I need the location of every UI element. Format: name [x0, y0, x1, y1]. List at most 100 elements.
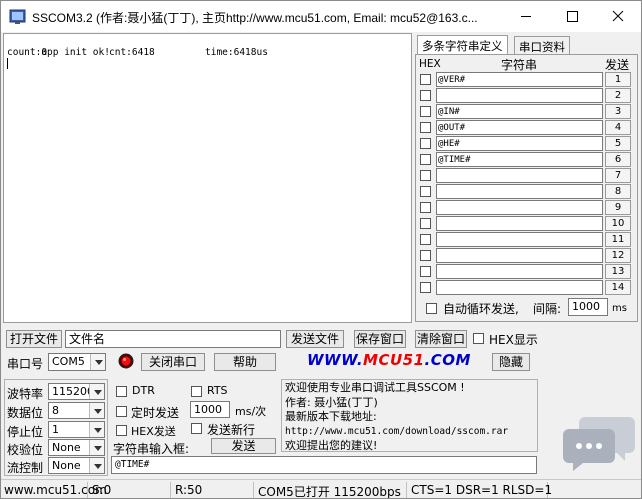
- row-send-button[interactable]: 8: [605, 184, 631, 199]
- row-send-button[interactable]: 14: [605, 280, 631, 295]
- hide-button[interactable]: 隐藏: [492, 353, 530, 371]
- row-string-input[interactable]: [436, 216, 603, 231]
- baud-select[interactable]: 115200: [48, 383, 105, 400]
- row-string-input[interactable]: [436, 280, 603, 295]
- data-bits-select[interactable]: 8: [48, 402, 105, 419]
- multi-string-panel: HEX 字符串 发送 @VER# 1 2 @IN# 3 @OUT# 4 @HE# 5 @TIME#…: [415, 54, 638, 322]
- row-send-button[interactable]: 4: [605, 120, 631, 135]
- rts-label: RTS: [207, 384, 228, 397]
- stop-bits-select[interactable]: 1: [48, 421, 105, 438]
- info-line-url[interactable]: http://www.mcu51.com/download/sscom.rar: [285, 425, 534, 440]
- send-newline-checkbox[interactable]: [191, 423, 202, 434]
- chevron-down-icon[interactable]: [89, 440, 104, 455]
- receive-area[interactable]: app init ok! count:0 cnt:6418 time:6418u…: [3, 33, 412, 323]
- row-send-button[interactable]: 5: [605, 136, 631, 151]
- info-line-welcome: 欢迎使用专业串口调试工具SSCOM !: [285, 381, 465, 394]
- row-string-input[interactable]: [436, 88, 603, 103]
- rts-checkbox[interactable]: [191, 386, 202, 397]
- row-string-input[interactable]: [436, 184, 603, 199]
- row-hex-checkbox[interactable]: [420, 74, 431, 85]
- multi-string-row: 10: [416, 216, 636, 232]
- parity-select[interactable]: None: [48, 439, 105, 456]
- row-string-input[interactable]: @VER#: [436, 72, 603, 87]
- chevron-down-icon[interactable]: [90, 354, 105, 370]
- multi-string-row: 8: [416, 184, 636, 200]
- open-file-button[interactable]: 打开文件: [6, 330, 62, 348]
- row-send-button[interactable]: 12: [605, 248, 631, 263]
- send-period-input[interactable]: 1000: [190, 401, 230, 418]
- multi-string-row: @IN# 3: [416, 104, 636, 120]
- timed-send-checkbox[interactable]: [116, 406, 127, 417]
- receive-line: app init ok!: [7, 36, 408, 58]
- row-hex-checkbox[interactable]: [420, 234, 431, 245]
- row-hex-checkbox[interactable]: [420, 122, 431, 133]
- row-send-button[interactable]: 10: [605, 216, 631, 231]
- tab-multi-strings[interactable]: 多条字符串定义: [417, 35, 508, 55]
- row-string-input[interactable]: [436, 248, 603, 263]
- multi-string-row: @TIME# 6: [416, 152, 636, 168]
- row-send-button[interactable]: 9: [605, 200, 631, 215]
- row-hex-checkbox[interactable]: [420, 218, 431, 229]
- hex-send-label: HEX发送: [131, 425, 176, 438]
- clear-window-button[interactable]: 清除窗口: [415, 330, 467, 348]
- row-string-input[interactable]: [436, 168, 603, 183]
- website-logo-text: WWW.MCU51.COM: [307, 351, 471, 369]
- row-string-input[interactable]: [436, 264, 603, 279]
- row-send-button[interactable]: 2: [605, 88, 631, 103]
- send-input[interactable]: @TIME#: [111, 456, 537, 474]
- row-string-input[interactable]: [436, 232, 603, 247]
- maximize-button[interactable]: [549, 1, 595, 32]
- row-string-input[interactable]: @IN#: [436, 104, 603, 119]
- port-select[interactable]: COM5: [48, 353, 106, 371]
- baud-label: 波特率: [7, 387, 44, 401]
- chevron-down-icon[interactable]: [89, 458, 104, 473]
- data-bits-value: 8: [52, 404, 59, 417]
- row-hex-checkbox[interactable]: [420, 90, 431, 101]
- row-send-button[interactable]: 1: [605, 72, 631, 87]
- row-hex-checkbox[interactable]: [420, 170, 431, 181]
- receive-cursor-line: [7, 58, 408, 69]
- row-string-input[interactable]: @HE#: [436, 136, 603, 151]
- save-window-button[interactable]: 保存窗口: [354, 330, 406, 348]
- status-lines: CTS=1 DSR=1 RLSD=1: [408, 482, 552, 498]
- interval-input[interactable]: 1000: [568, 298, 608, 316]
- multi-string-row: 13: [416, 264, 636, 280]
- multi-string-row: 11: [416, 232, 636, 248]
- dtr-checkbox[interactable]: [116, 386, 127, 397]
- hex-send-checkbox[interactable]: [116, 425, 127, 436]
- tab-port-info[interactable]: 串口资料: [514, 36, 570, 55]
- flow-control-select[interactable]: None: [48, 457, 105, 474]
- row-hex-checkbox[interactable]: [420, 282, 431, 293]
- row-send-button[interactable]: 3: [605, 104, 631, 119]
- row-hex-checkbox[interactable]: [420, 154, 431, 165]
- row-send-button[interactable]: 6: [605, 152, 631, 167]
- auto-loop-checkbox[interactable]: [426, 303, 437, 314]
- chevron-down-icon[interactable]: [89, 403, 104, 418]
- website-logo[interactable]: WWW.MCU51.COM: [307, 351, 471, 369]
- chevron-down-icon[interactable]: [89, 422, 104, 437]
- row-hex-checkbox[interactable]: [420, 186, 431, 197]
- timed-send-label: 定时发送: [131, 406, 180, 420]
- dtr-label: DTR: [132, 384, 155, 397]
- close-port-button[interactable]: 关闭串口: [141, 353, 205, 371]
- row-hex-checkbox[interactable]: [420, 138, 431, 149]
- row-hex-checkbox[interactable]: [420, 202, 431, 213]
- row-send-button[interactable]: 13: [605, 264, 631, 279]
- minimize-button[interactable]: [503, 1, 549, 32]
- send-file-button[interactable]: 发送文件: [286, 330, 344, 348]
- row-string-input[interactable]: @OUT#: [436, 120, 603, 135]
- row-hex-checkbox[interactable]: [420, 106, 431, 117]
- hex-display-checkbox[interactable]: [473, 333, 484, 344]
- help-button[interactable]: 帮助: [214, 353, 276, 371]
- row-send-button[interactable]: 7: [605, 168, 631, 183]
- row-string-input[interactable]: @TIME#: [436, 152, 603, 167]
- filename-input[interactable]: 文件名: [65, 330, 281, 348]
- row-hex-checkbox[interactable]: [420, 266, 431, 277]
- send-button[interactable]: 发送: [211, 438, 276, 454]
- title-bar[interactable]: SSCOM3.2 (作者:聂小猛(丁丁), 主页http://www.mcu51…: [1, 1, 641, 32]
- close-button[interactable]: [595, 1, 641, 32]
- chevron-down-icon[interactable]: [89, 384, 104, 399]
- row-hex-checkbox[interactable]: [420, 250, 431, 261]
- row-send-button[interactable]: 11: [605, 232, 631, 247]
- row-string-input[interactable]: [436, 200, 603, 215]
